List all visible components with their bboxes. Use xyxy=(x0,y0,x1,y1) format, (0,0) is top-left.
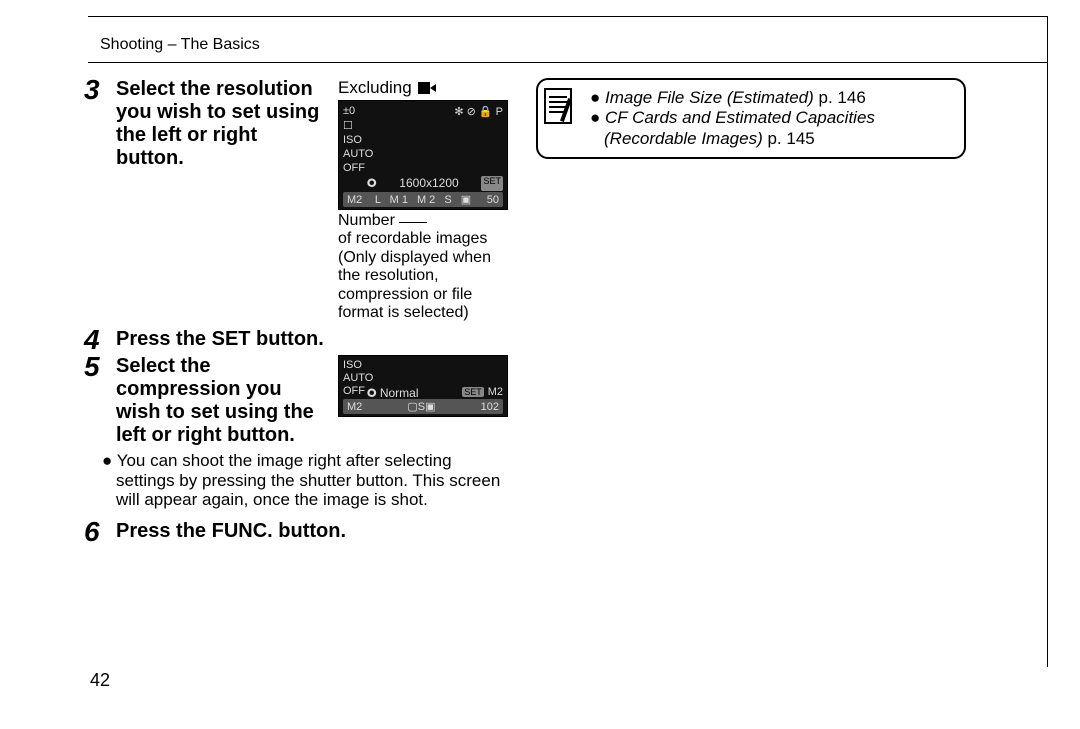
step-5: 5 Select the compression you wish to set… xyxy=(84,355,508,447)
caption-rest: of recordable images (Only displayed whe… xyxy=(338,230,491,321)
lcd2-compression-options: ▢S▣ xyxy=(407,400,435,413)
step-3-title: Select the resolution you wish to set us… xyxy=(116,78,320,170)
caption-number-word: Number xyxy=(338,212,395,230)
page-header: Shooting – The Basics xyxy=(100,36,260,54)
caption-leader-line xyxy=(399,222,427,223)
lcd-set-badge: SET xyxy=(481,176,503,191)
reference-note-box: ● Image File Size (Estimated) p. 146 ● C… xyxy=(536,78,966,159)
lcd-screen-compression: ISO AUTO OFF 🞉 Normal SET M2 M2 xyxy=(338,355,508,417)
lcd-caption: Number of recordable images (Only displa… xyxy=(338,212,506,322)
lcd-shots-remaining: 50 xyxy=(487,194,499,206)
lcd-ev: ±0 xyxy=(343,105,355,118)
header-rule xyxy=(88,62,1048,63)
lcd2-size-badge: M2 xyxy=(488,386,503,398)
lcd-size-options: L M1 M2 S ▣ xyxy=(375,193,474,206)
step-3: 3 Select the resolution you wish to set … xyxy=(84,78,508,322)
manual-page: Shooting – The Basics 3 Select the resol… xyxy=(0,0,1080,729)
lcd2-shots-remaining: 102 xyxy=(481,401,499,413)
lcd-top-right-icons: ✻ ⊘ 🔒 P xyxy=(454,105,503,118)
lcd2-mid-icon: 🞉 xyxy=(367,386,377,400)
right-rule xyxy=(1047,16,1048,667)
step-4: 4 Press the SET button. xyxy=(84,328,508,351)
step-5-bullet-text: You can shoot the image right after sele… xyxy=(116,451,500,509)
lcd-res-icon: 🞉 xyxy=(367,176,377,191)
step-6-title: Press the FUNC. button. xyxy=(116,520,508,543)
step-6: 6 Press the FUNC. button. xyxy=(84,520,508,543)
lcd2-compression-label: Normal xyxy=(380,386,419,400)
lcd2-bar-left: M2 xyxy=(347,401,362,413)
page-number: 42 xyxy=(90,670,110,691)
top-rule xyxy=(88,16,1048,17)
note-line-2: CF Cards and Estimated Capacities (Recor… xyxy=(604,108,875,147)
right-column: ● Image File Size (Estimated) p. 146 ● C… xyxy=(536,78,966,159)
lcd2-set-badge: SET xyxy=(462,387,484,397)
step-number: 3 xyxy=(84,74,100,106)
movie-icon xyxy=(418,82,436,95)
note-line-1: Image File Size (Estimated) xyxy=(605,88,814,107)
note-line-1-ref: p. 146 xyxy=(814,88,866,107)
note-line-2-ref: p. 145 xyxy=(763,129,815,148)
excluding-label: Excluding xyxy=(338,78,508,98)
notepad-icon xyxy=(544,88,576,128)
excluding-text: Excluding xyxy=(338,78,412,98)
step-4-title: Press the SET button. xyxy=(116,328,508,351)
lcd-resolution: 1600x1200 xyxy=(399,176,458,191)
step-5-title: Select the compression you wish to set u… xyxy=(116,355,320,447)
step-5-bullet: ● You can shoot the image right after se… xyxy=(84,451,508,510)
lcd-screen-resolution: ±0 ✻ ⊘ 🔒 P ☐ ISO AUTO OFF 🞉 1600x1200 SE… xyxy=(338,100,508,210)
step-number: 5 xyxy=(84,351,100,383)
lcd-left-icons: ☐ ISO AUTO OFF xyxy=(343,119,373,175)
left-column: 3 Select the resolution you wish to set … xyxy=(84,78,508,547)
lcd-bar-left: M2 xyxy=(347,194,362,206)
step-number: 6 xyxy=(84,516,100,548)
